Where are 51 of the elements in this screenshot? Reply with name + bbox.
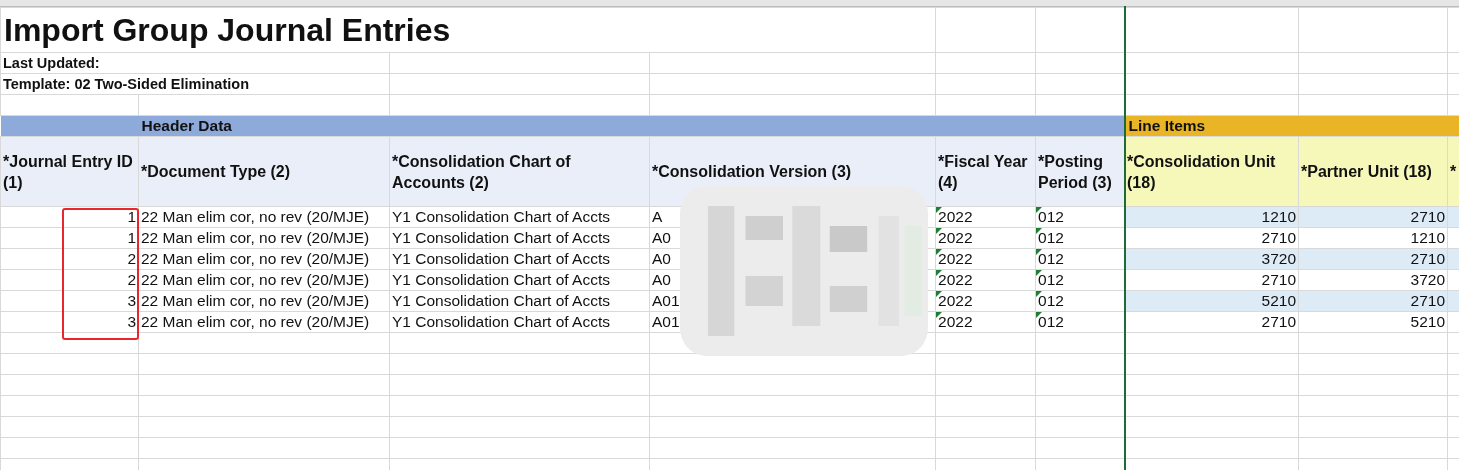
table-cell: 1 bbox=[0, 206, 139, 228]
error-triangle-icon bbox=[936, 312, 942, 318]
table-cell: 1 bbox=[0, 227, 139, 249]
error-triangle-icon bbox=[1036, 249, 1042, 255]
table-cell: 5210 bbox=[1298, 311, 1448, 333]
table-cell: 2022 bbox=[935, 269, 1036, 291]
error-triangle-icon bbox=[1036, 228, 1042, 234]
table-cell: 2 bbox=[0, 269, 139, 291]
column-header: *Partner Unit (18) bbox=[1298, 136, 1448, 207]
sheet-title: Import Group Journal Entries bbox=[0, 7, 936, 53]
table-cell: 22 Man elim cor, no rev (20/MJE) bbox=[138, 227, 390, 249]
error-triangle-icon bbox=[1036, 291, 1042, 297]
column-header: *Document Type (2) bbox=[138, 136, 390, 207]
error-triangle-icon bbox=[936, 270, 942, 276]
column-header: *Consolidation Unit (18) bbox=[1124, 136, 1299, 207]
table-cell: Y1 Consolidation Chart of Accts bbox=[389, 248, 650, 270]
table-cell: 22 Man elim cor, no rev (20/MJE) bbox=[138, 206, 390, 228]
section-header-bar: Header Data bbox=[0, 115, 1125, 137]
error-triangle-icon bbox=[936, 291, 942, 297]
info-text: Last Updated: bbox=[0, 52, 390, 74]
table-cell: Y1 Consolidation Chart of Accts bbox=[389, 227, 650, 249]
column-header: *Posting Period (3) bbox=[1035, 136, 1125, 207]
table-cell: 2022 bbox=[935, 290, 1036, 312]
table-cell: Y1 Consolidation Chart of Accts bbox=[389, 311, 650, 333]
table-cell: 22 Man elim cor, no rev (20/MJE) bbox=[138, 311, 390, 333]
table-cell: 22 Man elim cor, no rev (20/MJE) bbox=[138, 248, 390, 270]
column-header: *Consolidation Chart of Accounts (2) bbox=[389, 136, 650, 207]
table-cell: 3 bbox=[0, 311, 139, 333]
table-cell: 2022 bbox=[935, 227, 1036, 249]
table-cell: 22 Man elim cor, no rev (20/MJE) bbox=[138, 290, 390, 312]
table-cell: Y1 Consolidation Chart of Accts bbox=[389, 269, 650, 291]
error-triangle-icon bbox=[1036, 207, 1042, 213]
table-cell: 2022 bbox=[935, 311, 1036, 333]
table-cell: Y1 Consolidation Chart of Accts bbox=[389, 290, 650, 312]
table-cell: 2022 bbox=[935, 248, 1036, 270]
table-cell: 3 bbox=[0, 290, 139, 312]
error-triangle-icon bbox=[936, 207, 942, 213]
column-header: *Journal Entry ID (1) bbox=[0, 136, 139, 207]
error-triangle-icon bbox=[1036, 312, 1042, 318]
info-text: Template: 02 Two-Sided Elimination bbox=[0, 73, 390, 95]
error-triangle-icon bbox=[936, 249, 942, 255]
table-cell: 22 Man elim cor, no rev (20/MJE) bbox=[138, 269, 390, 291]
table-cell: 2022 bbox=[935, 206, 1036, 228]
table-cell: Y1 Consolidation Chart of Accts bbox=[389, 206, 650, 228]
table-cell: 1210 bbox=[1298, 227, 1448, 249]
section-header-bar: Line Items bbox=[1124, 115, 1459, 137]
table-cell: 2 bbox=[0, 248, 139, 270]
error-triangle-icon bbox=[1036, 270, 1042, 276]
column-header: *Fiscal Year (4) bbox=[935, 136, 1036, 207]
table-cell: 3720 bbox=[1298, 269, 1448, 291]
error-triangle-icon bbox=[936, 228, 942, 234]
